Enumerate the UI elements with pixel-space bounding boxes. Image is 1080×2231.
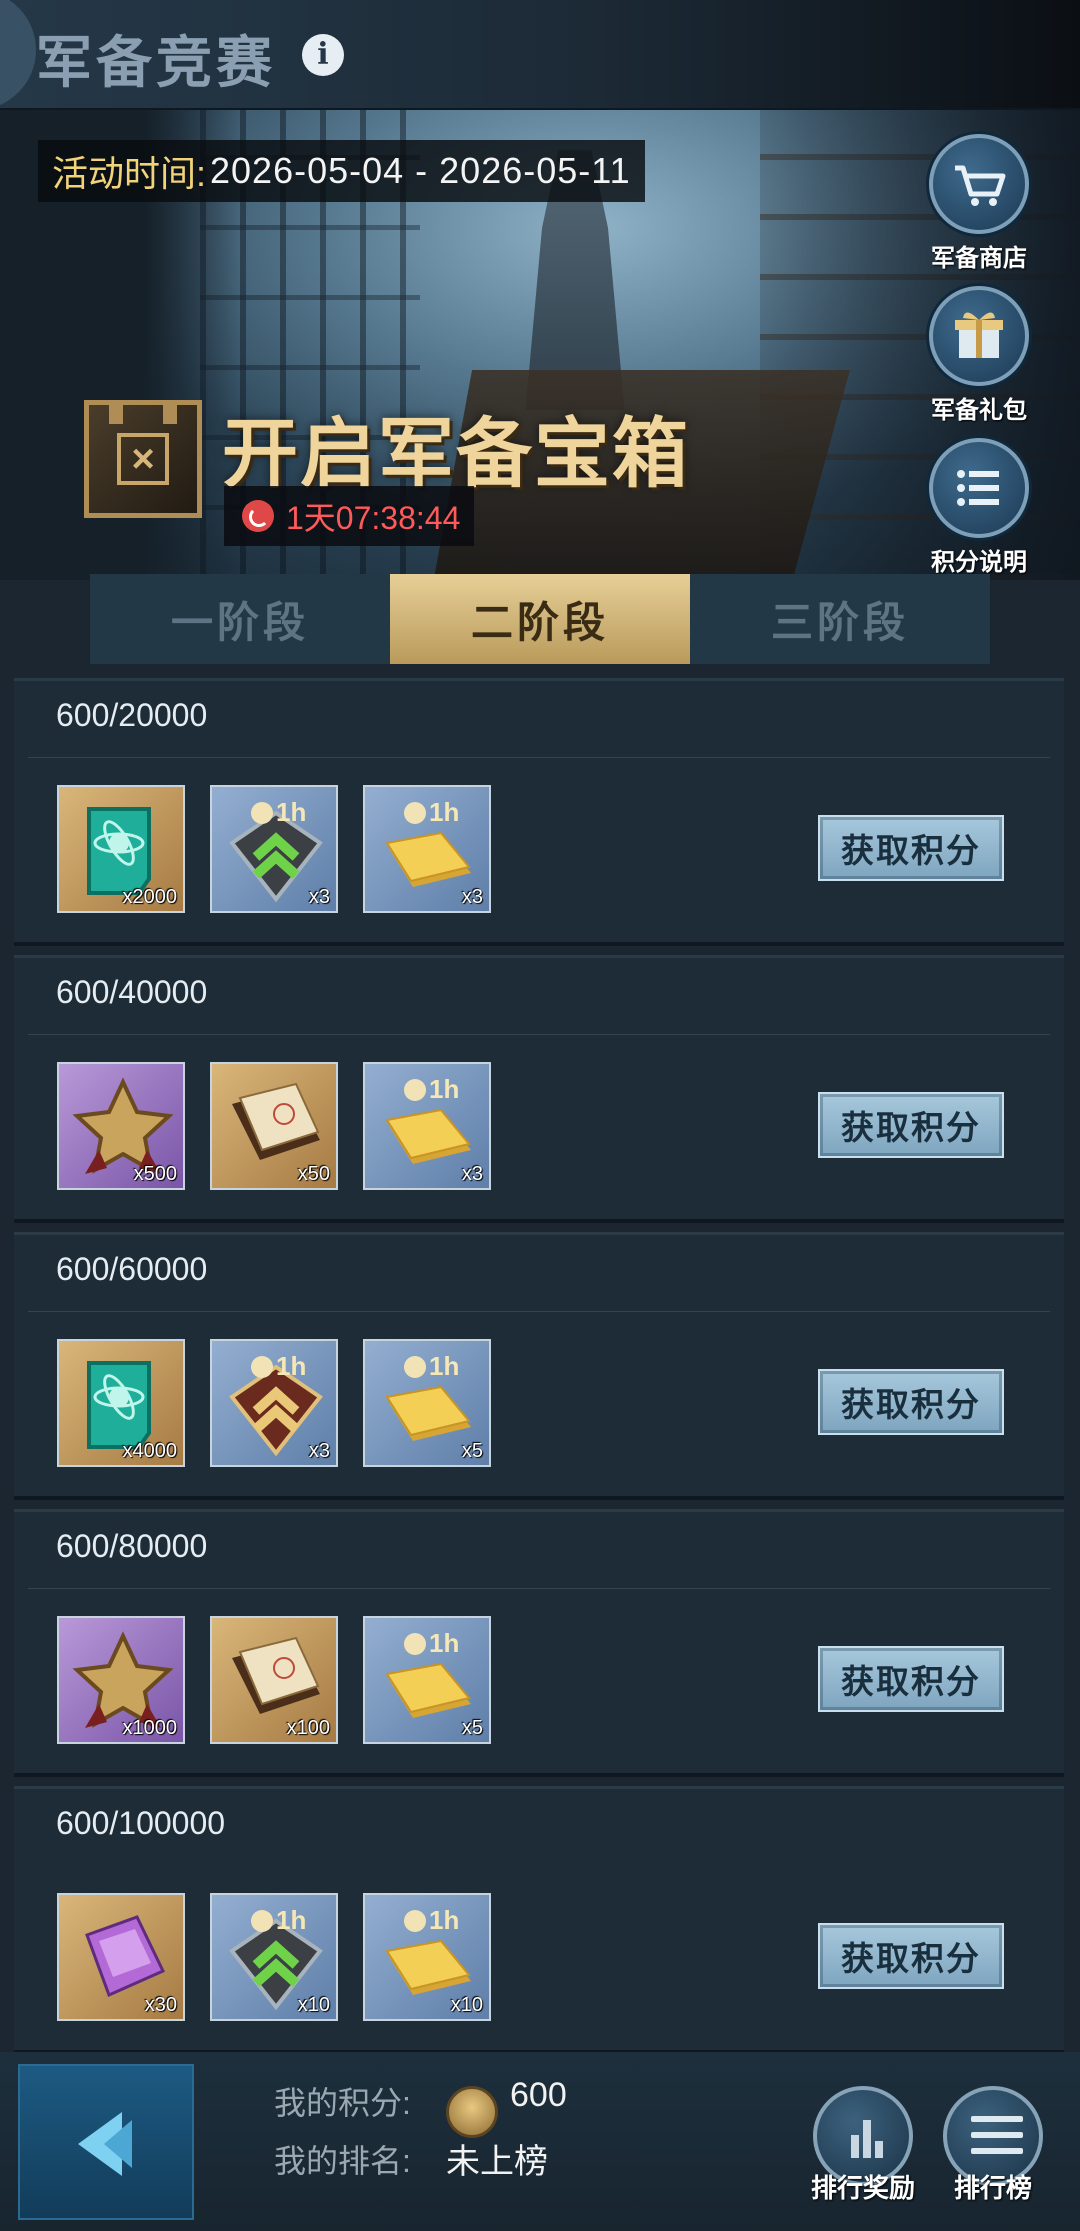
row-divider <box>28 1588 1050 1589</box>
svg-text:1h: 1h <box>276 1905 306 1935</box>
row-progress: 600/40000 <box>56 974 208 1010</box>
reward-row: 600/80000 x1000 x100 1h x5 获取积分 <box>14 1509 1064 1777</box>
my-rank-value: 未上榜 <box>446 2143 548 2181</box>
gold-bar-1h-icon[interactable]: 1h x5 <box>363 1339 491 1467</box>
rank-up-gold-1h-icon[interactable]: 1h x3 <box>210 1339 338 1467</box>
chest-lock-mark: × <box>117 433 169 485</box>
points-rules-button[interactable]: 积分说明 <box>924 438 1034 577</box>
item-quantity: x100 <box>286 1717 330 1739</box>
rank-up-1h-icon[interactable]: 1h x10 <box>210 1893 338 2021</box>
row-divider <box>28 1311 1050 1312</box>
gift-pack-button[interactable]: 军备礼包 <box>924 286 1034 425</box>
atom-book-icon[interactable]: x4000 <box>57 1339 185 1467</box>
star-medal-icon[interactable]: x1000 <box>57 1616 185 1744</box>
cart-icon <box>929 134 1029 234</box>
shop-button-label: 军备商店 <box>931 245 1027 272</box>
my-points-value: 600 <box>510 2076 567 2114</box>
svg-text:1h: 1h <box>429 797 459 827</box>
item-quantity: x3 <box>461 1163 483 1185</box>
points-badge-icon <box>446 2086 498 2138</box>
reward-row: 600/20000 x2000 1h x3 1h x3 获取积分 <box>14 678 1064 946</box>
event-time-range: 2026-05-04 - 2026-05-11 <box>210 150 631 191</box>
item-quantity: x500 <box>133 1163 177 1185</box>
row-progress: 600/100000 <box>56 1805 226 1841</box>
event-time-label: 活动时间: <box>52 153 207 194</box>
get-points-button[interactable]: 获取积分 <box>818 815 1004 881</box>
countdown-timer: 1天07:38:44 <box>224 486 474 546</box>
info-icon[interactable]: i <box>302 34 344 76</box>
event-banner: 活动时间: 2026-05-04 - 2026-05-11 × 开启军备宝箱 1… <box>0 110 1080 580</box>
clock-icon <box>242 500 274 532</box>
get-points-button[interactable]: 获取积分 <box>818 1369 1004 1435</box>
blueprint-book-icon[interactable]: x50 <box>210 1062 338 1190</box>
top-header: 军备竞赛 i <box>0 0 1080 110</box>
item-quantity: x4000 <box>122 1440 178 1462</box>
rank-bars-glyph <box>851 2120 883 2158</box>
countdown-text: 1天07:38:44 <box>286 500 461 536</box>
reward-row: 600/40000 x500 x50 1h x3 获取积分 <box>14 955 1064 1223</box>
gold-bar-1h-icon[interactable]: 1h x3 <box>363 1062 491 1190</box>
svg-text:1h: 1h <box>429 1628 459 1658</box>
svg-text:1h: 1h <box>429 1905 459 1935</box>
item-quantity: x5 <box>461 1717 483 1739</box>
leaderboard-label: 排行榜 <box>953 2173 1032 2203</box>
svg-text:1h: 1h <box>276 797 306 827</box>
reward-row: 600/60000 x4000 1h x3 1h x5 获取积分 <box>14 1232 1064 1500</box>
star-medal-icon[interactable]: x500 <box>57 1062 185 1190</box>
bottom-bar: 我的积分: 600 我的排名: 未上榜 排行奖励 排行榜 <box>0 2052 1080 2231</box>
row-divider <box>28 1034 1050 1035</box>
gold-bar-1h-icon[interactable]: 1h x3 <box>363 785 491 913</box>
row-progress: 600/80000 <box>56 1528 208 1564</box>
purple-crystal-icon[interactable]: x30 <box>57 1893 185 2021</box>
gold-bar-1h-icon[interactable]: 1h x5 <box>363 1616 491 1744</box>
rank-up-1h-icon[interactable]: 1h x3 <box>210 785 338 913</box>
item-quantity: x10 <box>297 1994 330 2016</box>
item-quantity: x10 <box>450 1994 483 2016</box>
row-progress: 600/60000 <box>56 1251 208 1287</box>
gift-icon <box>929 286 1029 386</box>
shop-button[interactable]: 军备商店 <box>924 134 1034 273</box>
gold-bar-1h-icon[interactable]: 1h x10 <box>363 1893 491 2021</box>
item-quantity: x50 <box>297 1163 330 1185</box>
svg-text:1h: 1h <box>429 1351 459 1381</box>
my-points-label: 我的积分: <box>274 2085 411 2121</box>
tab-stage-1[interactable]: 一阶段 <box>90 574 390 664</box>
tab-stage-2[interactable]: 二阶段 <box>390 574 690 664</box>
row-divider <box>28 757 1050 758</box>
list-icon <box>929 438 1029 538</box>
page-title: 军备竞赛 <box>36 31 276 94</box>
tab-stage-3[interactable]: 三阶段 <box>690 574 990 664</box>
rank-rewards-button[interactable]: 排行奖励 <box>808 2086 918 2205</box>
get-points-button[interactable]: 获取积分 <box>818 1646 1004 1712</box>
get-points-button[interactable]: 获取积分 <box>818 1923 1004 1989</box>
item-quantity: x3 <box>461 886 483 908</box>
atom-book-icon[interactable]: x2000 <box>57 785 185 913</box>
points-rules-button-label: 积分说明 <box>931 549 1027 576</box>
event-time-bar: 活动时间: 2026-05-04 - 2026-05-11 <box>38 140 645 202</box>
svg-text:1h: 1h <box>429 1074 459 1104</box>
rank-rewards-label: 排行奖励 <box>810 2173 915 2203</box>
svg-text:1h: 1h <box>276 1351 306 1381</box>
reward-row: 600/100000 x30 1h x10 1h x10 获取积分 <box>14 1786 1064 2054</box>
item-quantity: x1000 <box>122 1717 178 1739</box>
chest-icon[interactable]: × <box>84 400 202 518</box>
stage-tabs: 一阶段 二阶段 三阶段 <box>90 574 990 664</box>
chest-strap <box>163 400 177 424</box>
ranked-list-glyph <box>971 2116 1023 2160</box>
gift-pack-button-label: 军备礼包 <box>931 397 1027 424</box>
header-corner-tab[interactable] <box>0 0 36 110</box>
my-rank-label: 我的排名: <box>274 2143 411 2179</box>
item-quantity: x5 <box>461 1440 483 1462</box>
item-quantity: x3 <box>308 886 330 908</box>
item-quantity: x2000 <box>122 886 178 908</box>
blueprint-book-icon[interactable]: x100 <box>210 1616 338 1744</box>
row-progress: 600/20000 <box>56 697 208 733</box>
item-quantity: x30 <box>144 1994 177 2016</box>
get-points-button[interactable]: 获取积分 <box>818 1092 1004 1158</box>
leaderboard-button[interactable]: 排行榜 <box>938 2086 1048 2205</box>
arms-race-page: 军备竞赛 i 活动时间: 2026-05-04 - 2026-05-11 × 开… <box>0 0 1080 2231</box>
item-quantity: x3 <box>308 1440 330 1462</box>
chest-strap <box>109 400 123 424</box>
back-button[interactable] <box>18 2064 194 2220</box>
